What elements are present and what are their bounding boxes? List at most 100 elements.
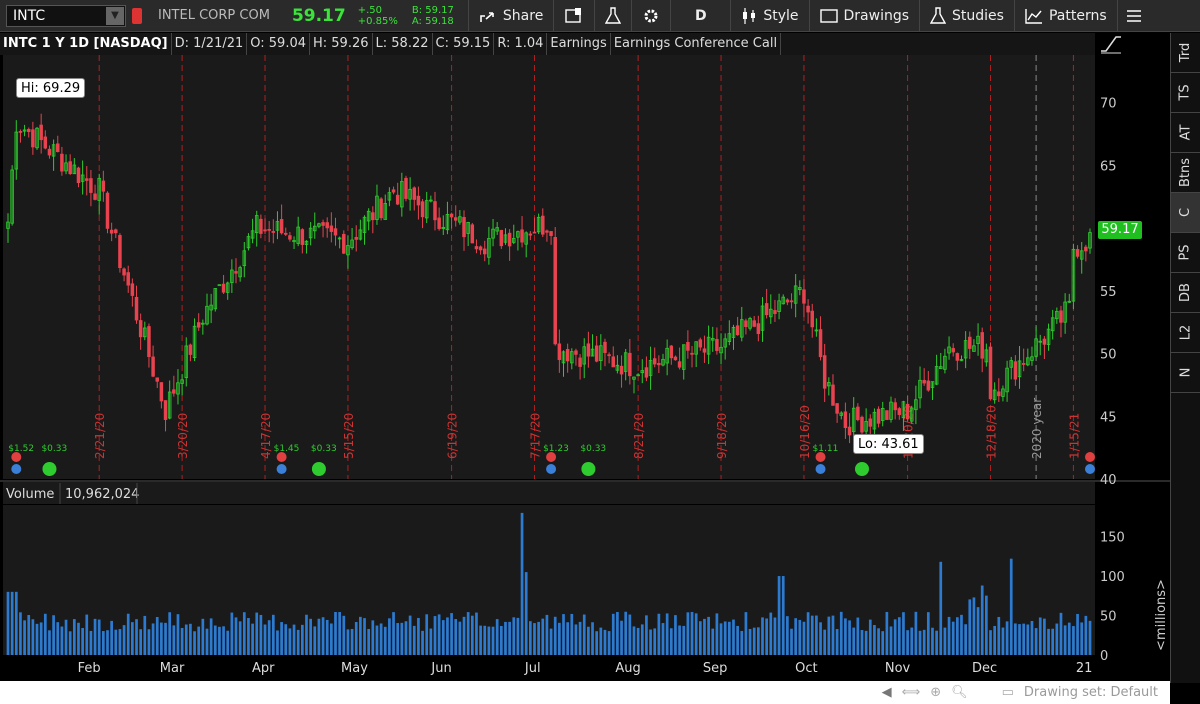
side-tab-n[interactable]: N <box>1171 353 1200 393</box>
volume-bar <box>23 620 26 655</box>
volume-bar <box>549 628 553 655</box>
volume-bar <box>931 627 934 655</box>
month-label: Jul <box>524 661 541 676</box>
close-value: C: 59.15 <box>433 33 495 55</box>
symbol-input[interactable]: INTC ▼ <box>6 4 126 27</box>
volume-bar <box>160 622 163 655</box>
volume-bar <box>305 614 308 655</box>
volume-bar <box>893 619 897 655</box>
drawings-button[interactable]: Drawings <box>808 0 920 32</box>
candle-body <box>134 296 139 321</box>
side-tab-ts[interactable]: TS <box>1171 73 1200 113</box>
volume-bar <box>1034 628 1038 655</box>
drawing-set-select[interactable]: Drawing set: Default <box>1024 685 1158 700</box>
candle-body <box>271 231 276 233</box>
patterns-button[interactable]: Patterns <box>1013 0 1117 32</box>
side-tab-label: AT <box>1177 124 1193 141</box>
volume-bar <box>723 621 727 655</box>
volume-bar <box>694 613 698 655</box>
volume-bar <box>97 619 101 655</box>
style-button[interactable]: Style <box>730 0 808 32</box>
side-tab-trd[interactable]: Trd <box>1171 33 1200 73</box>
studies-button[interactable]: Studies <box>919 0 1014 32</box>
conference-call-toggle[interactable]: Earnings Conference Call <box>611 33 782 55</box>
share-button[interactable]: Share <box>469 0 553 32</box>
earnings-marker-icon[interactable] <box>1085 452 1095 462</box>
candle-body <box>172 389 176 394</box>
drawing-set-icon[interactable]: ▭ <box>1002 685 1014 700</box>
volume-bar <box>719 623 723 655</box>
volume-tick-label: 150 <box>1100 531 1125 546</box>
side-tab-db[interactable]: DB <box>1171 273 1200 313</box>
volume-bar <box>885 611 889 655</box>
period-button[interactable]: D <box>670 0 730 32</box>
side-tab-ps[interactable]: PS <box>1171 233 1200 273</box>
zoom-icon[interactable]: 🔍︎ <box>951 685 968 700</box>
candle-body <box>698 339 703 348</box>
candle-body <box>744 320 748 328</box>
earnings-call-icon[interactable] <box>276 464 287 474</box>
volume-bar <box>848 620 851 655</box>
flask-button[interactable] <box>594 0 631 32</box>
volume-bar <box>313 626 317 655</box>
flag-button[interactable] <box>553 0 594 32</box>
volume-bar <box>827 616 831 655</box>
volume-bar <box>172 625 176 655</box>
volume-bar <box>806 612 810 655</box>
settings-button[interactable] <box>631 0 670 32</box>
dividend-icon[interactable] <box>581 462 596 476</box>
studies-flask-icon <box>930 6 947 24</box>
price-tick-label: 65 <box>1100 159 1117 174</box>
candle-body <box>926 380 931 391</box>
earnings-call-icon[interactable] <box>1085 464 1095 474</box>
earnings-date-label: 6/19/20 <box>446 413 460 459</box>
volume-bar <box>1022 623 1026 655</box>
volume-bar <box>114 629 118 655</box>
trendline-icon[interactable] <box>1098 34 1124 54</box>
percent-change: +0.85% <box>357 15 398 27</box>
volume-bar <box>504 621 507 655</box>
menu-button[interactable] <box>1116 0 1150 32</box>
volume-bar <box>653 628 657 655</box>
candle-body <box>371 212 375 221</box>
chart-title: INTC 1 Y 1D [NASDAQ] <box>0 33 172 55</box>
dividend-icon[interactable] <box>42 462 57 476</box>
candle-body <box>391 189 396 193</box>
volume-bar <box>135 619 138 655</box>
volume-bar <box>1059 612 1063 655</box>
volume-bar <box>6 591 10 655</box>
month-label: Aug <box>615 661 640 676</box>
dividend-icon[interactable] <box>311 462 326 476</box>
month-label: Sep <box>703 661 728 676</box>
candle-body <box>288 235 292 240</box>
price-chart[interactable]: Volume10,962,02440455055606570050100150<… <box>0 55 1170 681</box>
candle-body <box>478 246 483 251</box>
earnings-call-icon[interactable] <box>815 464 826 474</box>
side-tab-btns[interactable]: Btns <box>1171 153 1200 193</box>
chevron-down-icon[interactable]: ▼ <box>106 6 124 25</box>
ask-price: A: 59.18 <box>411 15 454 27</box>
dividend-icon[interactable] <box>854 462 869 476</box>
earnings-toggle[interactable]: Earnings <box>547 33 611 55</box>
gear-icon <box>644 9 658 22</box>
volume-bar <box>334 611 337 655</box>
side-tab-at[interactable]: AT <box>1171 113 1200 153</box>
volume-bar <box>417 617 420 655</box>
candle-body <box>806 305 810 313</box>
volume-bar <box>466 612 470 655</box>
pan-icon[interactable]: ⟺ <box>902 685 921 700</box>
side-tab-c[interactable]: C <box>1171 193 1200 233</box>
candle-body <box>263 229 267 232</box>
scroll-left-icon[interactable]: ◀ <box>882 685 892 700</box>
earnings-call-icon[interactable] <box>546 464 557 474</box>
volume-bar <box>533 623 536 655</box>
link-color-icon[interactable] <box>132 7 142 24</box>
candle-body <box>76 167 81 184</box>
volume-bar <box>131 622 134 655</box>
volume-bar <box>748 628 752 655</box>
earnings-call-icon[interactable] <box>11 464 22 474</box>
candle-body <box>284 232 288 235</box>
crosshair-icon[interactable]: ⊕ <box>930 685 941 700</box>
side-tab-l2[interactable]: L2 <box>1171 313 1200 353</box>
candle-body <box>785 299 790 303</box>
